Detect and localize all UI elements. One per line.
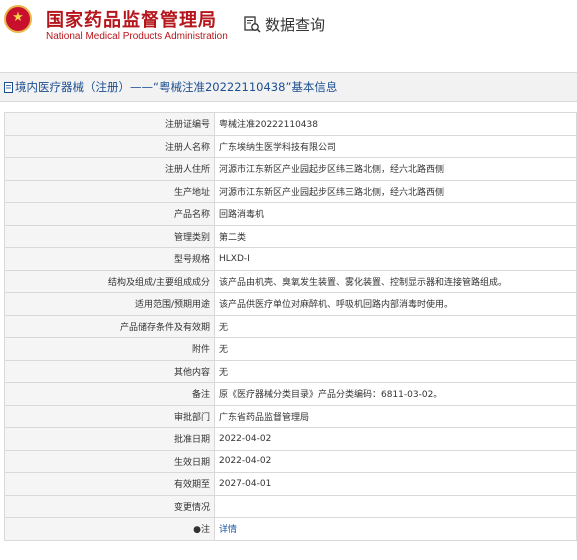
- detail-table: 注册证编号 粤械注准20222110438 注册人名称 广东埃纳生医学科技有限公司 注册…: [4, 112, 577, 541]
- field-label: 结构及组成/主要组成成分: [4, 269, 215, 293]
- table-row: 产品名称 回路消毒机: [4, 202, 577, 226]
- field-label: ●注: [4, 517, 215, 541]
- field-value: 河源市江东新区产业园起步区纬三路北侧，经六北路西侧: [214, 179, 577, 203]
- data-query-link[interactable]: 数据查询: [244, 14, 325, 35]
- table-row: 附件无: [4, 337, 577, 361]
- field-value: 广东省药品监督管理局: [214, 404, 577, 428]
- field-value: 2027-04-01: [214, 472, 577, 496]
- document-icon: [4, 81, 13, 93]
- field-value: 无: [214, 337, 577, 361]
- table-row: 型号规格 HLXD-I: [4, 247, 577, 271]
- table-row: 备注 原《医疗器械分类目录》产品分类编码：6811-03-02。: [4, 382, 577, 406]
- field-label: 其他内容: [4, 359, 215, 383]
- table-row: 生产地址 河源市江东新区产业园起步区纬三路北侧，经六北路西侧: [4, 179, 577, 203]
- field-value: [214, 494, 577, 518]
- field-value: 河源市江东新区产业园起步区纬三路北侧，经六北路西侧: [214, 157, 577, 181]
- field-value: 粤械注准20222110438: [214, 112, 577, 136]
- field-label: 注册人名称: [4, 134, 215, 158]
- table-row: 注册人住所 河源市江东新区产业园起步区纬三路北侧，经六北路西侧: [4, 157, 577, 181]
- table-row: 其他内容无: [4, 359, 577, 383]
- field-value: 无: [214, 314, 577, 338]
- field-value: HLXD-I: [214, 247, 577, 271]
- site-header: 国家药品监督管理局 National Medical Products Admi…: [0, 0, 577, 58]
- field-value: 无: [214, 359, 577, 383]
- field-label: 生效日期: [4, 449, 215, 473]
- table-row: 变更情况: [4, 494, 577, 518]
- field-label: 适用范围/预期用途: [4, 292, 215, 316]
- field-label: 生产地址: [4, 179, 215, 203]
- field-value: 该产品由机壳、臭氧发生装置、雾化装置、控制显示器和连接管路组成。: [214, 269, 577, 293]
- field-value: 原《医疗器械分类目录》产品分类编码：6811-03-02。: [214, 382, 577, 406]
- detail-table-container: 注册证编号 粤械注准20222110438 注册人名称 广东埃纳生医学科技有限公司 注册…: [4, 112, 577, 541]
- breadcrumb: 境内医疗器械（注册）——“粤械注准20222110438”基本信息: [0, 72, 577, 102]
- field-value: 该产品供医疗单位对麻醉机、呼吸机回路内部消毒时使用。: [214, 292, 577, 316]
- field-label: 型号规格: [4, 247, 215, 271]
- table-row: 生效日期 2022-04-02: [4, 449, 577, 473]
- field-label: 批准日期: [4, 427, 215, 451]
- field-label: 产品名称: [4, 202, 215, 226]
- table-row: 注册人名称 广东埃纳生医学科技有限公司: [4, 134, 577, 158]
- data-query-label: 数据查询: [265, 16, 326, 34]
- site-title[interactable]: 国家药品监督管理局: [46, 6, 217, 32]
- field-label: 有效期至: [4, 472, 215, 496]
- field-label: 产品储存条件及有效期: [4, 314, 215, 338]
- table-row: 产品储存条件及有效期无: [4, 314, 577, 338]
- breadcrumb-text: 境内医疗器械（注册）——“粤械注准20222110438”基本信息: [15, 80, 338, 94]
- field-value: 广东埃纳生医学科技有限公司: [214, 134, 577, 158]
- search-document-icon: [244, 16, 261, 33]
- table-row: ●注 详情: [4, 517, 577, 541]
- field-label: 备注: [4, 382, 215, 406]
- table-row: 审批部门 广东省药品监督管理局: [4, 404, 577, 428]
- field-label: 审批部门: [4, 404, 215, 428]
- table-row: 结构及组成/主要组成成分 该产品由机壳、臭氧发生装置、雾化装置、控制显示器和连接管…: [4, 269, 577, 293]
- table-row: 管理类别 第二类: [4, 224, 577, 248]
- details-link[interactable]: 详情: [214, 517, 577, 541]
- table-row: 有效期至 2027-04-01: [4, 472, 577, 496]
- field-label: 变更情况: [4, 494, 215, 518]
- field-value: 第二类: [214, 224, 577, 248]
- national-emblem-icon: [4, 5, 32, 33]
- field-label: 附件: [4, 337, 215, 361]
- field-value: 2022-04-02: [214, 449, 577, 473]
- site-title-english: National Medical Products Administration: [46, 31, 228, 42]
- field-label: 注册证编号: [4, 112, 215, 136]
- field-value: 2022-04-02: [214, 427, 577, 451]
- field-label: 管理类别: [4, 224, 215, 248]
- table-row: 适用范围/预期用途 该产品供医疗单位对麻醉机、呼吸机回路内部消毒时使用。: [4, 292, 577, 316]
- table-row: 批准日期 2022-04-02: [4, 427, 577, 451]
- table-row: 注册证编号 粤械注准20222110438: [4, 112, 577, 136]
- field-value: 回路消毒机: [214, 202, 577, 226]
- field-label: 注册人住所: [4, 157, 215, 181]
